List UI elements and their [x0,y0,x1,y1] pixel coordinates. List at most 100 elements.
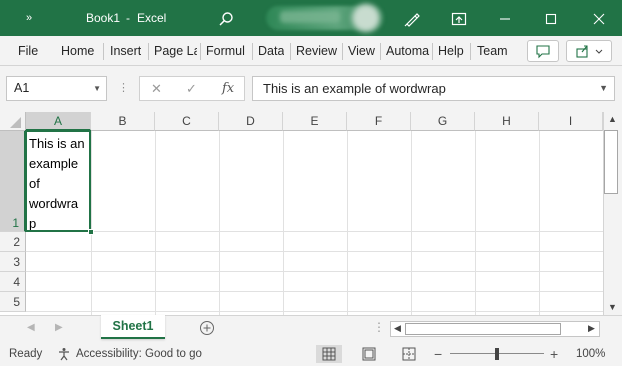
horizontal-scrollbar[interactable]: ◀ ▶ [390,321,600,337]
fill-handle[interactable] [88,229,94,235]
gridline [347,131,348,315]
worksheet-grid[interactable]: A B C D E F G H I 1 2 3 4 5 This is an e… [0,112,603,315]
tab-help[interactable]: Help [438,36,464,66]
tab-divider [290,43,291,60]
tab-data[interactable]: Data [258,36,284,66]
add-sheet-icon[interactable] [199,320,215,341]
insert-function-icon[interactable]: fx [222,77,234,100]
gridline [26,251,603,252]
document-title: Book1 [86,11,121,25]
tab-divider [103,43,104,60]
scroll-right-icon[interactable]: ▶ [588,323,595,334]
previous-sheet-icon[interactable]: ◀ [27,322,35,333]
status-bar: Ready Accessibility: Good to go − + 100% [0,342,622,366]
next-sheet-icon[interactable]: ▶ [55,322,63,333]
app-name: Excel [137,11,167,25]
tab-divider [148,43,149,60]
maximize-icon[interactable] [528,0,574,36]
account-name-blurred [280,11,340,23]
gridline [219,131,220,315]
status-mode: Ready [9,348,43,360]
gridline [155,131,156,315]
ribbon-display-icon[interactable] [436,0,482,36]
zoom-level[interactable]: 100% [576,342,605,366]
row-header-3[interactable]: 3 [0,252,26,272]
ribbon-tabs: File Home Insert Page La Formul Data Rev… [0,36,622,66]
column-header-d[interactable]: D [219,112,283,131]
column-header-b[interactable]: B [91,112,155,131]
tab-divider [200,43,201,60]
tab-file[interactable]: File [18,36,38,66]
gridline [26,311,603,312]
chevron-down-icon[interactable]: ▼ [93,77,101,100]
close-icon[interactable] [576,0,622,36]
row-header-5[interactable]: 5 [0,292,26,312]
column-header-c[interactable]: C [155,112,219,131]
tab-divider [380,43,381,60]
tab-formulas[interactable]: Formul [206,36,251,66]
formula-tools: ✕ ✓ fx [139,76,245,101]
column-header-a[interactable]: A [26,112,91,131]
gridline [475,131,476,315]
row-header-4[interactable]: 4 [0,272,26,292]
column-header-i[interactable]: I [539,112,603,131]
page-break-view-button[interactable] [396,345,422,363]
horizontal-scroll-thumb[interactable] [405,323,561,335]
avatar[interactable] [352,4,380,32]
selected-cell-border [25,130,91,232]
tab-team[interactable]: Team [477,36,508,66]
tab-divider [342,43,343,60]
column-header-g[interactable]: G [411,112,475,131]
comments-button[interactable] [527,40,559,62]
zoom-in-icon[interactable]: + [550,342,558,366]
accessibility-icon[interactable] [58,347,72,365]
normal-view-button[interactable] [316,345,342,363]
page-layout-view-button[interactable] [356,345,382,363]
gridline [26,291,603,292]
tab-split-handle[interactable]: ⋮ [373,320,385,334]
gridline [26,231,603,232]
tab-automate[interactable]: Automa [386,36,430,66]
expand-formula-icon[interactable]: ▼ [599,77,608,100]
title-separator: - [126,11,130,25]
formula-input[interactable]: This is an example of wordwrap ▼ [252,76,615,101]
tab-page-layout[interactable]: Page La [154,36,197,66]
scroll-left-icon[interactable]: ◀ [394,323,401,334]
formula-bar-area: A1 ▼ ⋮ ✕ ✓ fx This is an example of word… [0,66,622,112]
row-header-1[interactable]: 1 [0,131,26,232]
zoom-slider-thumb[interactable] [495,348,499,360]
pen-icon[interactable] [389,0,435,36]
scroll-down-icon[interactable]: ▼ [608,302,617,312]
column-header-h[interactable]: H [475,112,539,131]
sheet-tabs-bar: ◀ ▶ Sheet1 ⋮ ◀ ▶ [0,315,622,342]
cancel-icon[interactable]: ✕ [151,77,162,100]
quick-access-expand-icon[interactable]: » [26,0,32,36]
gridline [539,131,540,315]
gridline [283,131,284,315]
tab-review[interactable]: Review [296,36,337,66]
search-icon[interactable] [203,0,249,36]
gridline [26,271,603,272]
gridline [411,131,412,315]
column-header-f[interactable]: F [347,112,411,131]
zoom-out-icon[interactable]: − [434,342,442,366]
scroll-up-icon[interactable]: ▲ [608,114,617,124]
tab-sheet1[interactable]: Sheet1 [101,315,165,339]
gridline [91,131,92,315]
tab-home[interactable]: Home [61,36,94,66]
tab-divider [252,43,253,60]
share-button[interactable] [566,40,612,62]
tab-insert[interactable]: Insert [110,36,141,66]
more-options-icon[interactable]: ⋮ [118,81,129,94]
tab-view[interactable]: View [348,36,375,66]
accessibility-status[interactable]: Accessibility: Good to go [76,342,202,366]
vertical-scroll-thumb[interactable] [604,130,618,194]
name-box[interactable]: A1 ▼ [6,76,107,101]
minimize-icon[interactable] [482,0,528,36]
select-all-corner[interactable] [0,112,26,131]
enter-icon[interactable]: ✓ [186,77,197,100]
row-header-2[interactable]: 2 [0,232,26,252]
column-header-e[interactable]: E [283,112,347,131]
formula-value: This is an example of wordwrap [263,81,446,96]
tab-divider [432,43,433,60]
